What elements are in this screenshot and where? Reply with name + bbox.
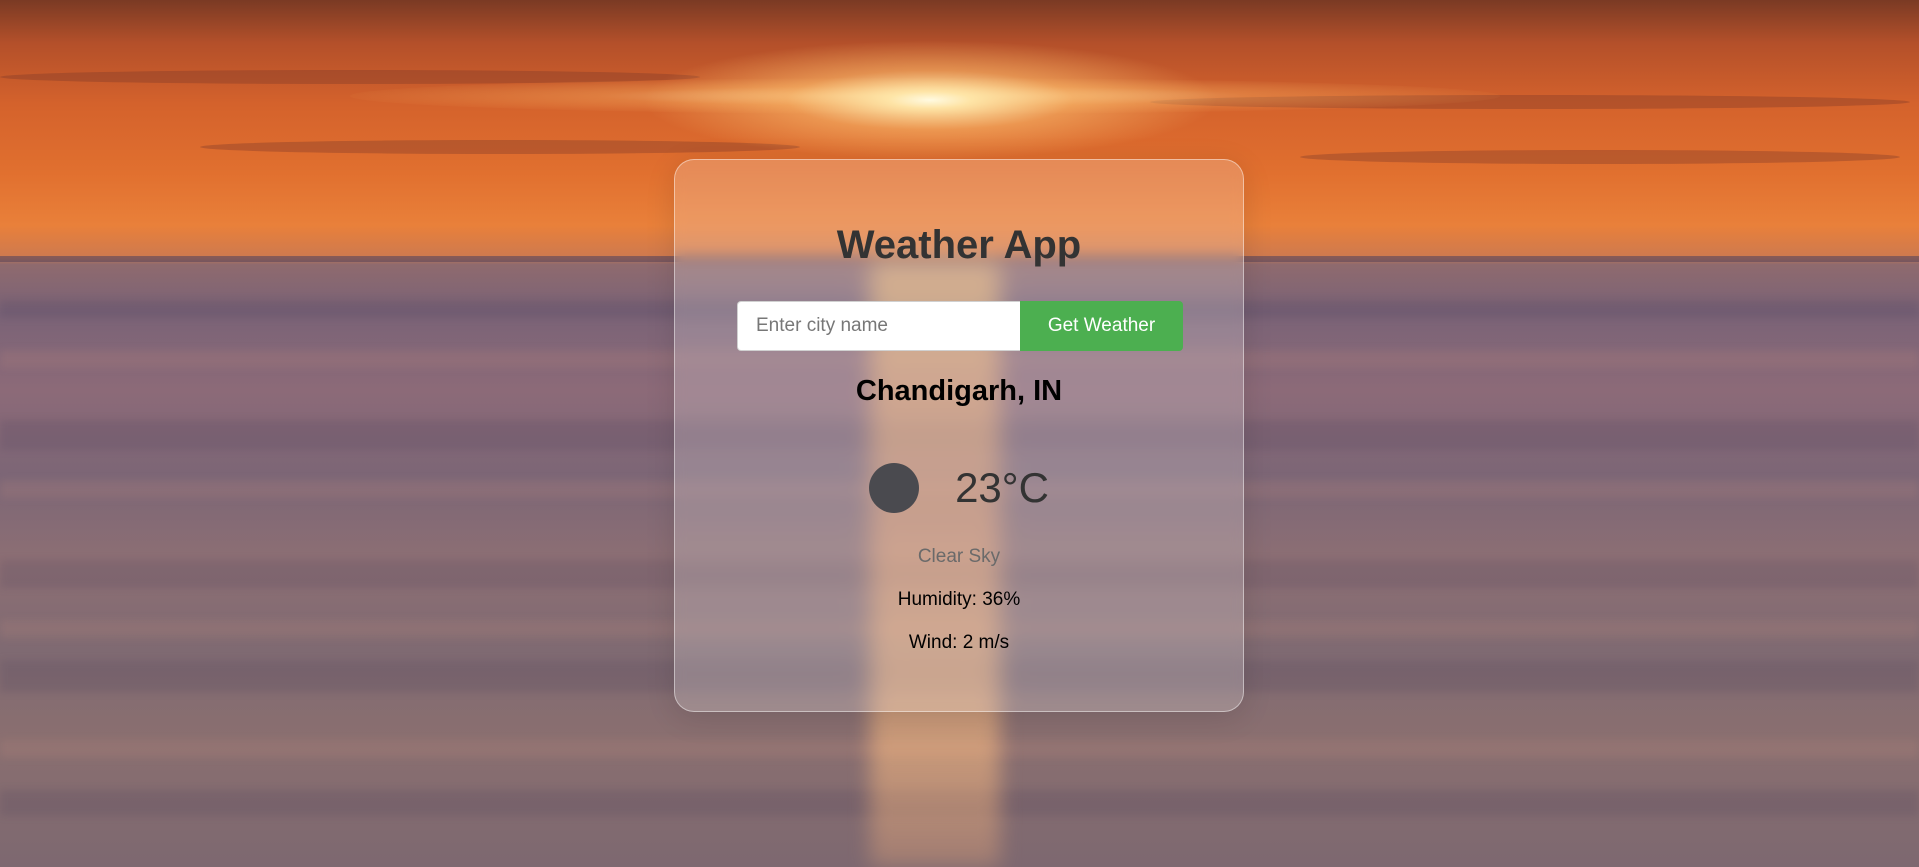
app-title: Weather App	[836, 223, 1082, 267]
cloud-band	[1300, 150, 1900, 164]
get-weather-button[interactable]: Get Weather	[1020, 301, 1183, 351]
city-search-input[interactable]	[737, 301, 1020, 351]
temperature-value: 23°C	[955, 464, 1049, 511]
location-name: Chandigarh, IN	[855, 375, 1063, 407]
humidity-value: Humidity: 36%	[897, 589, 1021, 610]
cloud-band	[200, 140, 800, 154]
temperature-row: 23°C	[675, 460, 1243, 516]
wind-value: Wind: 2 m/s	[908, 632, 1010, 653]
weather-description: Clear Sky	[917, 546, 1001, 567]
weather-condition-icon	[869, 463, 920, 513]
sun	[640, 40, 1220, 160]
weather-card: Weather App Get Weather Chandigarh, IN 2…	[674, 159, 1244, 712]
search-form: Get Weather	[737, 301, 1183, 351]
